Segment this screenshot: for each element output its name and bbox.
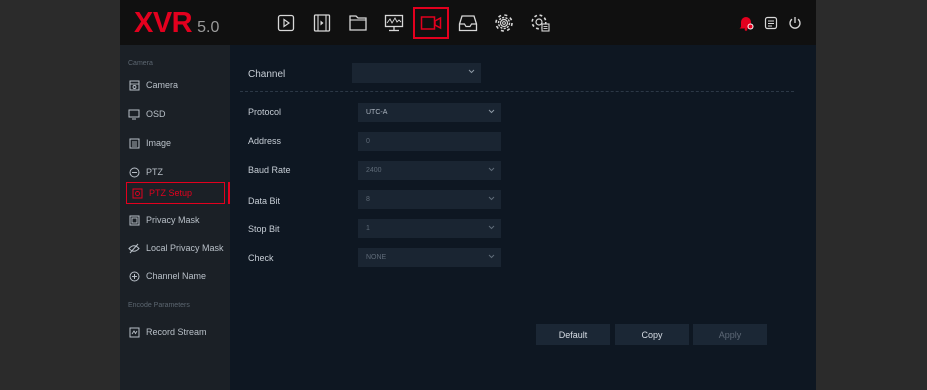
baud-rate-select-value: 2400 xyxy=(366,167,382,174)
ptz-setup-icon xyxy=(131,187,143,199)
copy-button[interactable]: Copy xyxy=(615,324,689,345)
document-icon[interactable] xyxy=(760,13,782,33)
chevron-down-icon xyxy=(488,167,495,172)
stop-bit-select[interactable]: 1 xyxy=(358,219,501,238)
sidebar-item-local-privacy-mask[interactable]: Local Privacy Mask xyxy=(124,237,230,259)
channel-label: Channel xyxy=(248,69,286,80)
monitor-icon[interactable] xyxy=(376,7,412,39)
sidebar-item-label: PTZ Setup xyxy=(149,188,193,198)
sidebar-item-label: Camera xyxy=(146,80,179,90)
sidebar-item-label: Channel Name xyxy=(146,271,207,281)
channel-name-icon xyxy=(128,270,140,282)
privacy-mask-icon xyxy=(128,214,140,226)
protocol-select-value: UTC-A xyxy=(366,109,388,116)
sidebar-item-label: Image xyxy=(146,138,172,148)
divider xyxy=(240,91,794,92)
sidebar-item-label: Record Stream xyxy=(146,327,207,337)
local-privacy-mask-icon xyxy=(128,242,140,254)
brand-logo: XVR 5.0 xyxy=(134,7,219,40)
check-label: Check xyxy=(248,253,274,263)
chevron-down-icon xyxy=(488,225,495,230)
address-label: Address xyxy=(248,136,282,146)
chevron-down-icon xyxy=(468,69,475,74)
playback-icon[interactable] xyxy=(268,7,304,39)
alarm-bell-icon[interactable] xyxy=(735,13,757,33)
video-file-icon[interactable] xyxy=(304,7,340,39)
check-select-value: NONE xyxy=(366,254,387,261)
top-navigation-bar: XVR 5.0 xyxy=(120,0,816,45)
channel-select[interactable] xyxy=(352,63,481,83)
sidebar-item-label: PTZ xyxy=(146,167,163,177)
address-field-value: 0 xyxy=(366,138,370,145)
stop-bit-label: Stop Bit xyxy=(248,224,280,234)
protocol-select[interactable]: UTC-A xyxy=(358,103,501,122)
apply-button[interactable]: Apply xyxy=(693,324,767,345)
power-icon[interactable] xyxy=(784,13,806,33)
folder-icon[interactable] xyxy=(340,7,376,39)
check-select[interactable]: NONE xyxy=(358,248,501,267)
ptz-icon xyxy=(128,166,140,178)
settings-gear-icon[interactable] xyxy=(486,7,522,39)
sidebar: Camera Camera OSD Image PTZ PTZ Setup Pr… xyxy=(120,45,231,390)
stop-bit-select-value: 1 xyxy=(366,225,370,232)
sidebar-item-ptz[interactable]: PTZ xyxy=(124,161,230,183)
app-window: XVR 5.0 Camera Camera OSD Image PTZ PTZ … xyxy=(120,0,816,390)
sidebar-item-label: Local Privacy Mask xyxy=(146,243,224,253)
address-field[interactable]: 0 xyxy=(358,132,501,151)
ptz-setup-panel: Channel Protocol UTC-A Address 0 Baud Ra… xyxy=(230,45,816,390)
sidebar-item-ptz-setup[interactable]: PTZ Setup xyxy=(126,182,225,204)
logo-version: 5.0 xyxy=(197,19,220,36)
camera-icon[interactable] xyxy=(413,7,449,39)
chevron-down-icon xyxy=(488,109,495,114)
chevron-down-icon xyxy=(488,254,495,259)
storage-icon[interactable] xyxy=(450,7,486,39)
sidebar-item-camera[interactable]: Camera xyxy=(124,74,230,96)
protocol-label: Protocol xyxy=(248,107,282,117)
data-bit-select[interactable]: 8 xyxy=(358,190,501,209)
sidebar-item-channel-name[interactable]: Channel Name xyxy=(124,265,230,287)
sidebar-section-camera: Camera xyxy=(128,60,153,67)
sidebar-section-encode: Encode Parameters xyxy=(128,302,190,309)
sidebar-item-record-stream[interactable]: Record Stream xyxy=(124,321,230,343)
sidebar-item-privacy-mask[interactable]: Privacy Mask xyxy=(124,209,230,231)
baud-rate-select[interactable]: 2400 xyxy=(358,161,501,180)
system-gear-icon[interactable] xyxy=(523,7,559,39)
baud-rate-label: Baud Rate xyxy=(248,165,291,175)
sidebar-item-label: OSD xyxy=(146,109,166,119)
record-stream-icon xyxy=(128,326,140,338)
chevron-down-icon xyxy=(488,196,495,201)
image-icon xyxy=(128,137,140,149)
camera-icon xyxy=(128,79,140,91)
sidebar-item-osd[interactable]: OSD xyxy=(124,103,230,125)
logo-text: XVR xyxy=(134,7,193,39)
data-bit-label: Data Bit xyxy=(248,196,281,206)
sidebar-item-image[interactable]: Image xyxy=(124,132,230,154)
data-bit-select-value: 8 xyxy=(366,196,370,203)
monitor-icon xyxy=(128,108,140,120)
default-button[interactable]: Default xyxy=(536,324,610,345)
sidebar-item-label: Privacy Mask xyxy=(146,215,200,225)
